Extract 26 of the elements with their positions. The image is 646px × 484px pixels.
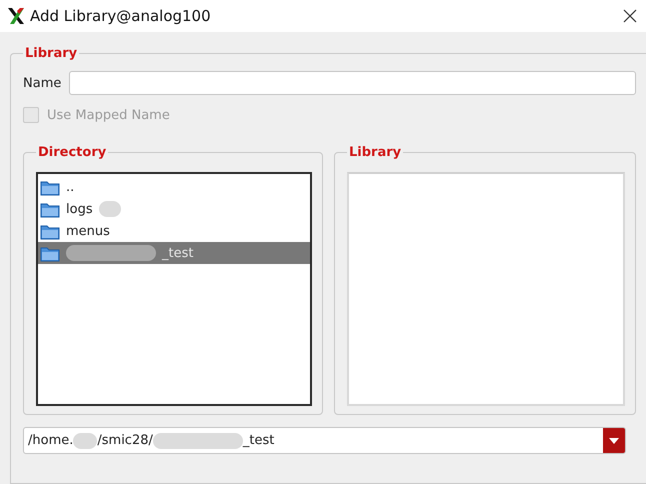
folder-icon bbox=[40, 200, 60, 218]
directory-item[interactable]: _test bbox=[38, 242, 310, 264]
group-title: Directory bbox=[37, 145, 108, 160]
folder-icon bbox=[40, 244, 60, 262]
redaction-blur bbox=[73, 432, 98, 448]
directory-item[interactable]: .. bbox=[38, 176, 310, 198]
dropdown-button[interactable] bbox=[603, 428, 625, 453]
library-list[interactable] bbox=[347, 172, 625, 406]
group-title: Library bbox=[348, 145, 402, 160]
folder-icon bbox=[40, 178, 60, 196]
directory-list[interactable]: .. logs menus _test bbox=[36, 172, 312, 406]
name-field[interactable] bbox=[69, 71, 636, 95]
path-text: _test bbox=[242, 433, 274, 448]
redaction-blur bbox=[98, 201, 121, 217]
path-combo-box[interactable]: /home. /smic28/ _test bbox=[23, 427, 626, 454]
name-label: Name bbox=[23, 76, 62, 90]
window-title: Add Library@analog100 bbox=[30, 7, 212, 25]
folder-icon bbox=[40, 222, 60, 240]
app-logo-icon bbox=[6, 6, 26, 26]
path-text: /smic28/ bbox=[97, 433, 153, 448]
checkbox-label: Use Mapped Name bbox=[47, 108, 170, 122]
group-title: Library bbox=[24, 46, 78, 61]
path-text: /home. bbox=[27, 433, 74, 448]
caret-icon bbox=[609, 438, 619, 444]
directory-item[interactable]: logs bbox=[38, 198, 310, 220]
directory-item[interactable]: menus bbox=[38, 220, 310, 242]
